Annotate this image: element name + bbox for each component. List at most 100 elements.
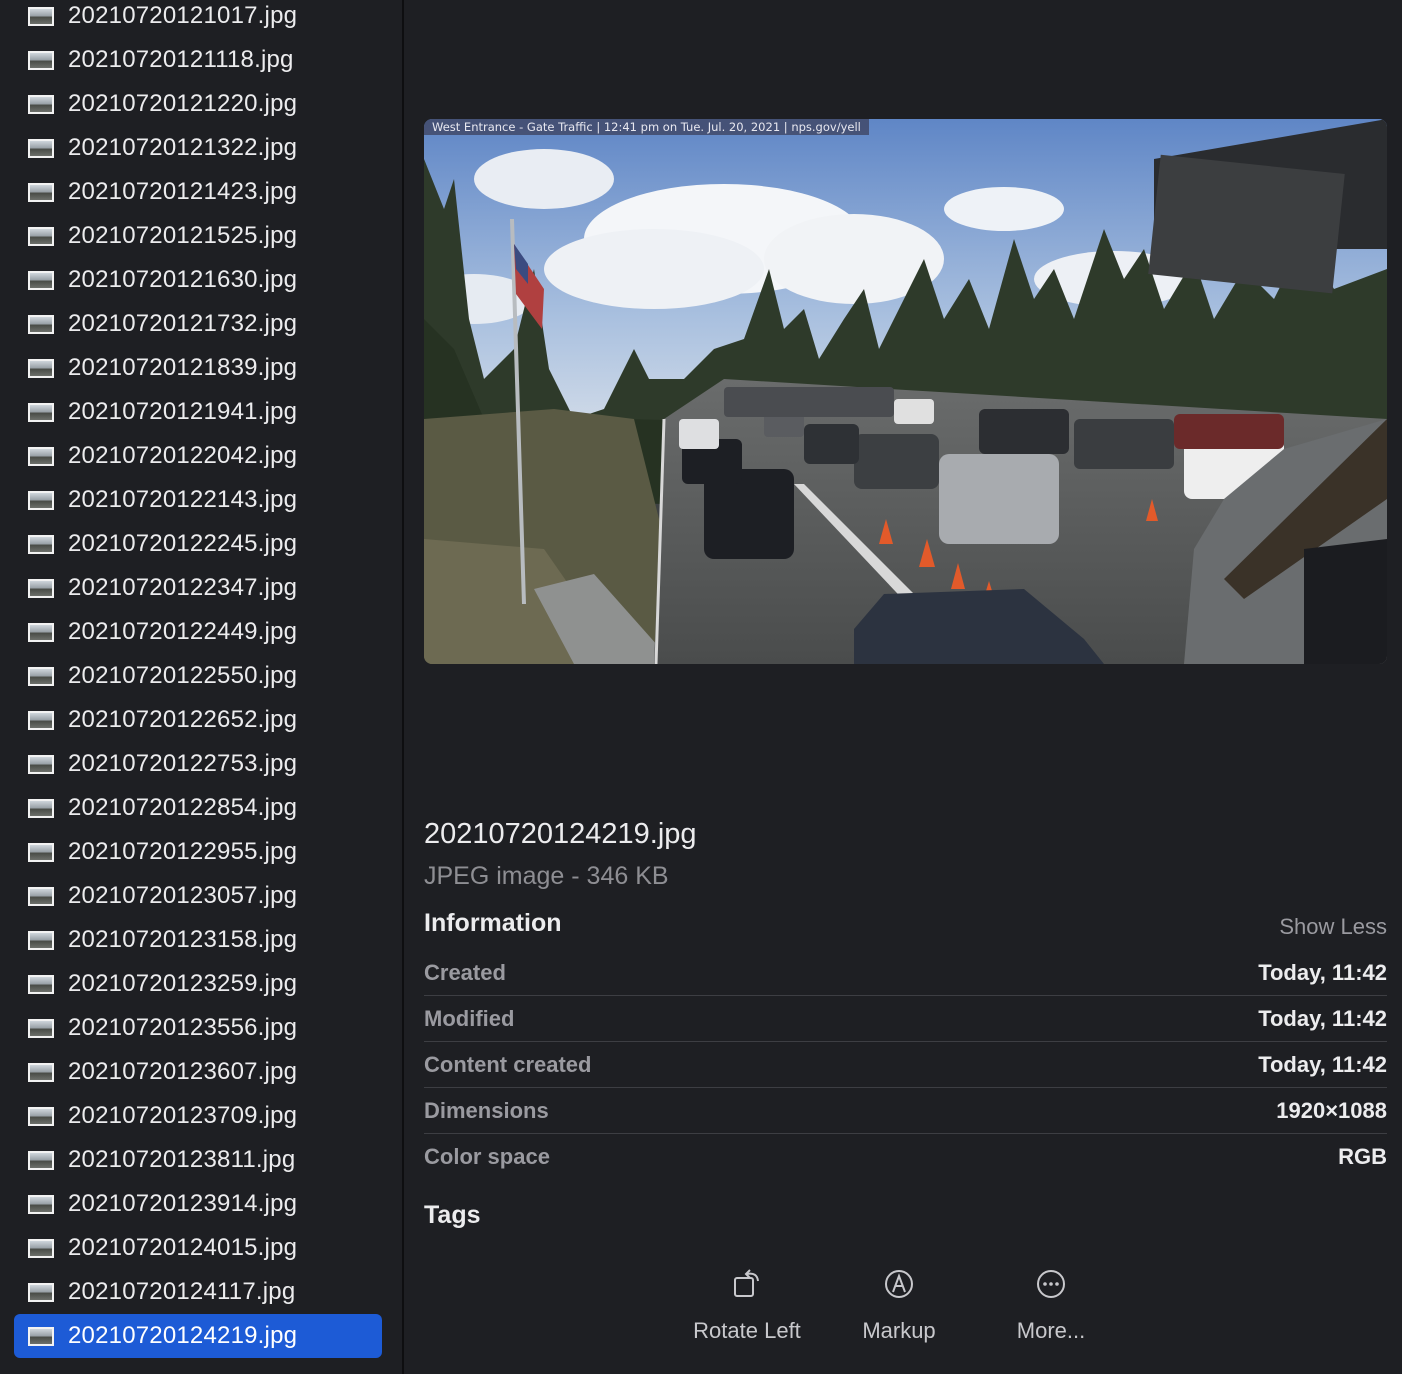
image-file-icon bbox=[28, 226, 54, 246]
file-name: 20210720123914.jpg bbox=[68, 1190, 298, 1217]
file-name: 20210720122143.jpg bbox=[68, 486, 298, 513]
file-row[interactable]: 20210720124015.jpg bbox=[14, 1226, 382, 1270]
file-name: 20210720121322.jpg bbox=[68, 134, 298, 161]
file-row[interactable]: 20210720122347.jpg bbox=[14, 566, 382, 610]
file-row[interactable]: 20210720121941.jpg bbox=[14, 390, 382, 434]
file-row[interactable]: 20210720121732.jpg bbox=[14, 302, 382, 346]
file-list-items: 20210720121017.jpg 20210720121118.jpg 2021… bbox=[0, 0, 402, 1358]
file-name: 20210720123556.jpg bbox=[68, 1014, 298, 1041]
info-value: Today, 11:42 bbox=[1258, 959, 1387, 985]
image-file-icon bbox=[28, 534, 54, 554]
image-file-icon bbox=[28, 622, 54, 642]
file-row[interactable]: 20210720122245.jpg bbox=[14, 522, 382, 566]
file-name: 20210720123158.jpg bbox=[68, 926, 298, 953]
file-name: 20210720121941.jpg bbox=[68, 398, 298, 425]
file-row[interactable]: 20210720123709.jpg bbox=[14, 1094, 382, 1138]
image-file-icon bbox=[28, 754, 54, 774]
image-file-icon bbox=[28, 50, 54, 70]
more-button[interactable]: More... bbox=[976, 1264, 1126, 1344]
file-row[interactable]: 20210720122550.jpg bbox=[14, 654, 382, 698]
file-name: 20210720121220.jpg bbox=[68, 90, 298, 117]
file-row[interactable]: 20210720121118.jpg bbox=[14, 38, 382, 82]
info-label: Color space bbox=[424, 1144, 550, 1169]
show-less-button[interactable]: Show Less bbox=[1279, 914, 1387, 940]
image-preview: West Entrance - Gate Traffic | 12:41 pm … bbox=[424, 119, 1387, 664]
file-row[interactable]: 20210720121630.jpg bbox=[14, 258, 382, 302]
file-name: 20210720121630.jpg bbox=[68, 266, 298, 293]
file-row[interactable]: 20210720123259.jpg bbox=[14, 962, 382, 1006]
image-file-icon bbox=[28, 1282, 54, 1302]
file-name: 20210720122753.jpg bbox=[68, 750, 298, 777]
file-name: 20210720124117.jpg bbox=[68, 1278, 296, 1305]
file-row[interactable]: 20210720123057.jpg bbox=[14, 874, 382, 918]
file-row[interactable]: 20210720122955.jpg bbox=[14, 830, 382, 874]
file-name: 20210720122449.jpg bbox=[68, 618, 298, 645]
file-name: 20210720124219.jpg bbox=[68, 1322, 298, 1349]
file-name: 20210720123811.jpg bbox=[68, 1146, 296, 1173]
image-file-icon bbox=[28, 974, 54, 994]
image-file-icon bbox=[28, 138, 54, 158]
image-file-icon bbox=[28, 1150, 54, 1170]
image-file-icon bbox=[28, 842, 54, 862]
info-row-dimensions: Dimensions 1920×1088 bbox=[424, 1088, 1387, 1134]
file-name: 20210720122347.jpg bbox=[68, 574, 298, 601]
file-row[interactable]: 20210720123811.jpg bbox=[14, 1138, 382, 1182]
preview-file-kind: JPEG image - 346 KB bbox=[424, 862, 669, 890]
tags-heading: Tags bbox=[424, 1201, 481, 1229]
file-row[interactable]: 20210720122449.jpg bbox=[14, 610, 382, 654]
image-file-icon bbox=[28, 798, 54, 818]
file-row[interactable]: 20210720121839.jpg bbox=[14, 346, 382, 390]
file-row[interactable]: 20210720123607.jpg bbox=[14, 1050, 382, 1094]
preview-pane: West Entrance - Gate Traffic | 12:41 pm … bbox=[404, 0, 1402, 1374]
file-name: 20210720121732.jpg bbox=[68, 310, 298, 337]
file-row[interactable]: 20210720121322.jpg bbox=[14, 126, 382, 170]
file-name: 20210720122854.jpg bbox=[68, 794, 298, 821]
file-row[interactable]: 20210720121017.jpg bbox=[14, 0, 382, 38]
file-row[interactable]: 20210720122753.jpg bbox=[14, 742, 382, 786]
file-name: 20210720122042.jpg bbox=[68, 442, 298, 469]
info-row-modified: Modified Today, 11:42 bbox=[424, 996, 1387, 1042]
image-file-icon bbox=[28, 930, 54, 950]
file-row[interactable]: 20210720123556.jpg bbox=[14, 1006, 382, 1050]
file-name: 20210720122550.jpg bbox=[68, 662, 298, 689]
finder-window: 20210720121017.jpg 20210720121118.jpg 2021… bbox=[0, 0, 1402, 1374]
information-heading: Information bbox=[424, 909, 562, 937]
markup-button[interactable]: Markup bbox=[824, 1264, 974, 1344]
quick-actions: Rotate Left Markup More... bbox=[672, 1264, 1132, 1354]
file-name: 20210720123057.jpg bbox=[68, 882, 298, 909]
image-file-icon bbox=[28, 1238, 54, 1258]
file-row[interactable]: 20210720121525.jpg bbox=[14, 214, 382, 258]
traffic-camera-photo bbox=[424, 119, 1387, 664]
info-value: Today, 11:42 bbox=[1258, 1005, 1387, 1031]
image-file-icon bbox=[28, 578, 54, 598]
info-value: 1920×1088 bbox=[1276, 1097, 1387, 1123]
image-file-icon bbox=[28, 446, 54, 466]
file-row[interactable]: 20210720122652.jpg bbox=[14, 698, 382, 742]
file-row[interactable]: 20210720122143.jpg bbox=[14, 478, 382, 522]
info-label: Modified bbox=[424, 1005, 515, 1031]
info-row-created: Created Today, 11:42 bbox=[424, 950, 1387, 996]
file-name: 20210720123607.jpg bbox=[68, 1058, 298, 1085]
file-row[interactable]: 20210720123158.jpg bbox=[14, 918, 382, 962]
file-row[interactable]: 20210720123914.jpg bbox=[14, 1182, 382, 1226]
rotate-left-button[interactable]: Rotate Left bbox=[672, 1264, 822, 1344]
file-name: 20210720122245.jpg bbox=[68, 530, 298, 557]
file-row[interactable]: 20210720121220.jpg bbox=[14, 82, 382, 126]
file-name: 20210720121839.jpg bbox=[68, 354, 298, 381]
info-label: Dimensions bbox=[424, 1097, 549, 1123]
file-row-selected[interactable]: 20210720124219.jpg bbox=[14, 1314, 382, 1358]
file-row[interactable]: 20210720121423.jpg bbox=[14, 170, 382, 214]
info-row-content-created: Content created Today, 11:42 bbox=[424, 1042, 1387, 1088]
file-row[interactable]: 20210720122854.jpg bbox=[14, 786, 382, 830]
file-row[interactable]: 20210720124117.jpg bbox=[14, 1270, 382, 1314]
image-file-icon bbox=[28, 710, 54, 730]
image-file-icon bbox=[28, 1106, 54, 1126]
file-list[interactable]: 20210720121017.jpg 20210720121118.jpg 2021… bbox=[0, 0, 404, 1374]
image-caption: West Entrance - Gate Traffic | 12:41 pm … bbox=[424, 119, 869, 135]
image-file-icon bbox=[28, 270, 54, 290]
file-row[interactable]: 20210720122042.jpg bbox=[14, 434, 382, 478]
rotate-left-icon bbox=[734, 1269, 759, 1297]
preview-file-name: 20210720124219.jpg bbox=[424, 818, 697, 850]
more-ellipsis-icon bbox=[1037, 1270, 1065, 1298]
file-name: 20210720123259.jpg bbox=[68, 970, 298, 997]
